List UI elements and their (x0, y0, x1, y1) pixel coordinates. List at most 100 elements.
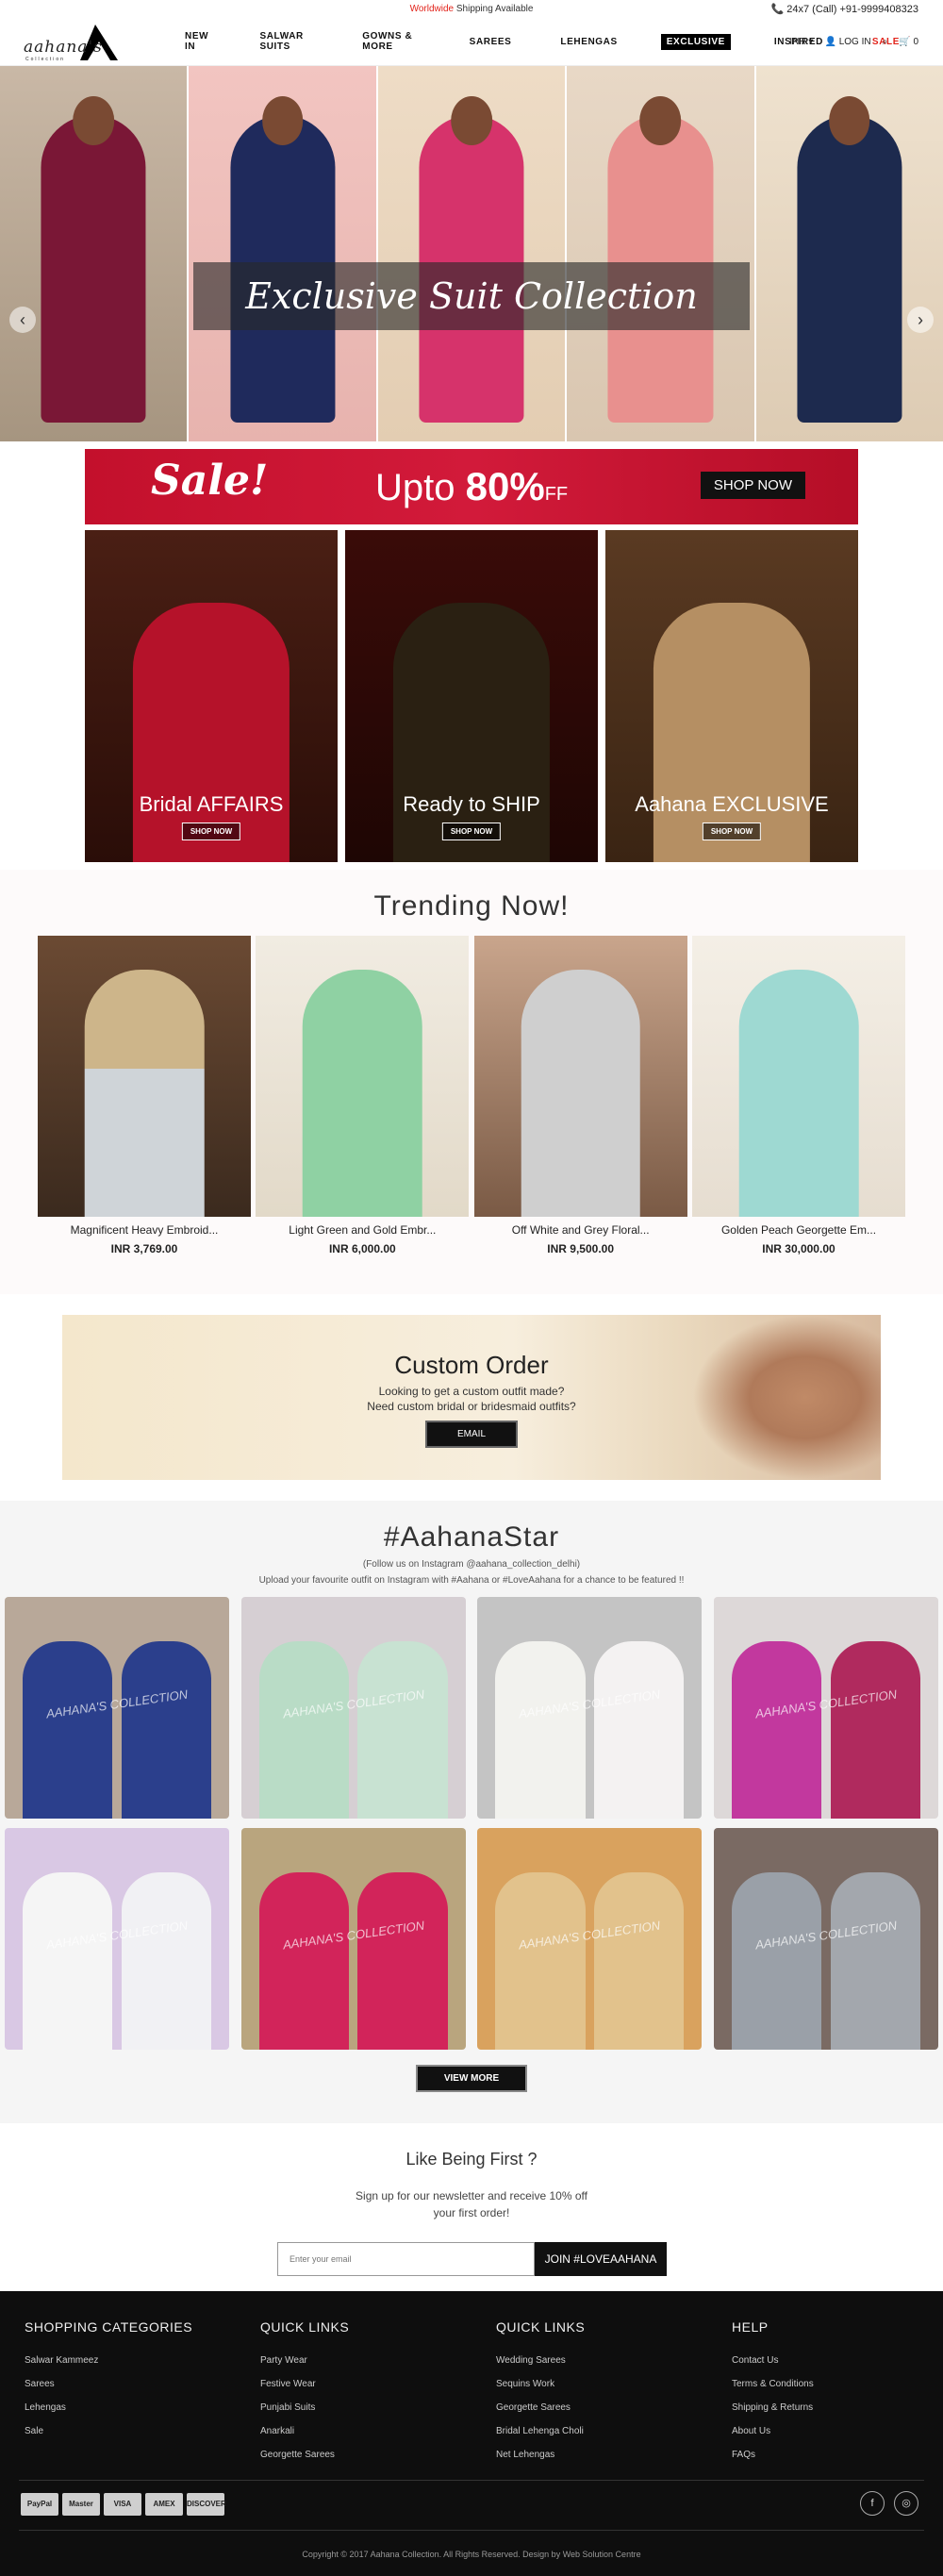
footer-link[interactable]: Sequins Work (496, 2379, 732, 2389)
phone-number[interactable]: 📞 24x7 (Call) +91-9999408323 (771, 3, 919, 15)
search-icon[interactable]: ⌕ (883, 37, 888, 47)
login-link[interactable]: 👤 LOG IN (824, 37, 870, 47)
trending-section: Trending Now! Magnificent Heavy Embroid.… (0, 870, 943, 1294)
promo-section: Sale! Upto 80%FF SHOP NOW Bridal AFFAIRS… (0, 441, 943, 862)
instagram-photo[interactable]: AAHANA'S COLLECTION (240, 1828, 466, 2050)
instagram-photo[interactable]: AAHANA'S COLLECTION (240, 1597, 466, 1819)
hero-slider[interactable]: Exclusive Suit Collection ‹ › (0, 66, 943, 441)
hero-next-arrow[interactable]: › (907, 307, 934, 333)
category-label: Aahana EXCLUSIVE (635, 792, 829, 816)
footer-link[interactable]: Festive Wear (260, 2379, 496, 2389)
footer-link[interactable]: Bridal Lehenga Choli (496, 2426, 732, 2436)
facebook-icon[interactable]: f (860, 2491, 885, 2516)
product-name[interactable]: Off White and Grey Floral... (474, 1223, 687, 1237)
logo-text: aahana's (24, 38, 103, 57)
product-image[interactable] (38, 936, 251, 1217)
category-label: Bridal AFFAIRS (139, 792, 284, 816)
header-tools: INR ▾ 👤 LOG IN ⌕ 🛒 0 (778, 17, 918, 66)
category-label: Ready to SHIP (403, 792, 540, 816)
newsletter-text: your first order! (433, 2206, 510, 2219)
product-name[interactable]: Golden Peach Georgette Em... (692, 1223, 905, 1237)
menu-lehengas[interactable]: LEHENGAS (554, 34, 622, 50)
footer-link[interactable]: Party Wear (260, 2355, 496, 2366)
footer-link[interactable]: Sarees (25, 2379, 260, 2389)
cart-link[interactable]: 🛒 0 (899, 37, 918, 47)
product-card[interactable]: Golden Peach Georgette Em... INR 30,000.… (691, 936, 905, 1255)
product-image[interactable] (473, 936, 687, 1217)
hero-caption: Exclusive Suit Collection (193, 262, 750, 330)
footer-link[interactable]: Shipping & Returns (732, 2402, 918, 2413)
view-more-button[interactable]: VIEW MORE (416, 2065, 527, 2092)
product-card[interactable]: Off White and Grey Floral... INR 9,500.0… (473, 936, 687, 1255)
instagram-photo[interactable]: AAHANA'S COLLECTION (713, 1828, 938, 2050)
product-image[interactable] (256, 936, 470, 1217)
footer-heading: HELP (732, 2319, 769, 2335)
menu-new-in[interactable]: NEW IN (179, 28, 216, 55)
category-shop-button[interactable]: SHOP NOW (181, 823, 241, 840)
sale-shop-now-button[interactable]: SHOP NOW (700, 472, 805, 499)
product-card[interactable]: Magnificent Heavy Embroid... INR 3,769.0… (38, 936, 251, 1255)
product-name[interactable]: Magnificent Heavy Embroid... (38, 1223, 251, 1237)
newsletter-form: JOIN #LOVEAAHANA (277, 2242, 667, 2276)
footer-column: HELP Contact Us Terms & Conditions Shipp… (732, 2319, 918, 2473)
footer-link[interactable]: FAQs (732, 2450, 918, 2460)
visa-icon: VISA (104, 2493, 141, 2516)
category-ready-to-ship[interactable]: Ready to SHIP SHOP NOW (345, 530, 598, 862)
top-bar: Worldwide Shipping Available 📞 24x7 (Cal… (0, 0, 943, 17)
newsletter-text: Sign up for our newsletter and receive 1… (356, 2189, 587, 2202)
instagram-photo[interactable]: AAHANA'S COLLECTION (477, 1828, 703, 2050)
footer-link[interactable]: Contact Us (732, 2355, 918, 2366)
cart-icon: 🛒 (899, 36, 911, 47)
instagram-photo[interactable]: AAHANA'S COLLECTION (477, 1597, 703, 1819)
footer-link[interactable]: Anarkali (260, 2426, 496, 2436)
footer-link[interactable]: Wedding Sarees (496, 2355, 732, 2366)
join-button[interactable]: JOIN #LOVEAAHANA (535, 2242, 667, 2276)
footer-link[interactable]: Georgette Sarees (496, 2402, 732, 2413)
instagram-icon[interactable]: ◎ (894, 2491, 918, 2516)
instagram-follow-text: (Follow us on Instagram @aahana_collecti… (362, 1559, 581, 1570)
sale-upto: Upto 80%FF (375, 464, 569, 508)
instagram-photo[interactable]: AAHANA'S COLLECTION (5, 1828, 229, 2050)
footer-link[interactable]: Lehengas (25, 2402, 260, 2413)
menu-sarees[interactable]: SAREES (464, 34, 518, 50)
paypal-icon: PayPal (21, 2493, 58, 2516)
category-exclusive[interactable]: Aahana EXCLUSIVE SHOP NOW (605, 530, 858, 862)
newsletter-section: Like Being First ? Sign up for our newsl… (0, 2123, 943, 2291)
footer-link[interactable]: Terms & Conditions (732, 2379, 918, 2389)
product-name[interactable]: Light Green and Gold Embr... (256, 1223, 469, 1237)
hero-prev-arrow[interactable]: ‹ (9, 307, 36, 333)
discover-icon: DISCOVER (187, 2493, 226, 2516)
footer-link[interactable]: Georgette Sarees (260, 2450, 496, 2460)
payment-methods: PayPal Master VISA AMEX DISCOVER (21, 2493, 228, 2516)
hero-panel (567, 66, 756, 441)
footer-link[interactable]: About Us (732, 2426, 918, 2436)
custom-order-text: Need custom bridal or bridesmaid outfits… (367, 1400, 576, 1413)
hero-panel (755, 66, 943, 441)
product-image[interactable] (691, 936, 905, 1217)
footer-link[interactable]: Punjabi Suits (260, 2402, 496, 2413)
product-card[interactable]: Light Green and Gold Embr... INR 6,000.0… (256, 936, 470, 1255)
product-price: INR 30,000.00 (762, 1242, 835, 1255)
category-shop-button[interactable]: SHOP NOW (702, 823, 762, 840)
email-input[interactable] (277, 2242, 535, 2276)
social-links: f ◎ (851, 2491, 918, 2516)
logo[interactable]: aahana's Collection (24, 23, 129, 64)
footer-column: QUICK LINKS Party Wear Festive Wear Punj… (260, 2319, 496, 2473)
menu-gowns-more[interactable]: GOWNS & MORE (356, 28, 425, 55)
menu-salwar-suits[interactable]: SALWAR SUITS (254, 28, 319, 55)
sale-banner[interactable]: Sale! Upto 80%FF SHOP NOW (85, 449, 858, 524)
sale-script: Sale! (151, 457, 269, 505)
instagram-photo[interactable]: AAHANA'S COLLECTION (5, 1597, 229, 1819)
email-button[interactable]: EMAIL (424, 1421, 519, 1448)
custom-order-banner: Custom Order Looking to get a custom out… (62, 1315, 881, 1480)
footer-link[interactable]: Salwar Kammeez (25, 2355, 260, 2366)
category-bridal[interactable]: Bridal AFFAIRS SHOP NOW (85, 530, 338, 862)
instagram-photo[interactable]: AAHANA'S COLLECTION (713, 1597, 938, 1819)
category-shop-button[interactable]: SHOP NOW (441, 823, 502, 840)
currency-select[interactable]: INR ▾ (789, 37, 813, 47)
menu-exclusive[interactable]: EXCLUSIVE (660, 33, 731, 50)
footer-link[interactable]: Sale (25, 2426, 260, 2436)
footer-link[interactable]: Net Lehengas (496, 2450, 732, 2460)
product-list: Magnificent Heavy Embroid... INR 3,769.0… (38, 936, 905, 1255)
main-header: aahana's Collection NEW IN SALWAR SUITS … (0, 17, 943, 66)
